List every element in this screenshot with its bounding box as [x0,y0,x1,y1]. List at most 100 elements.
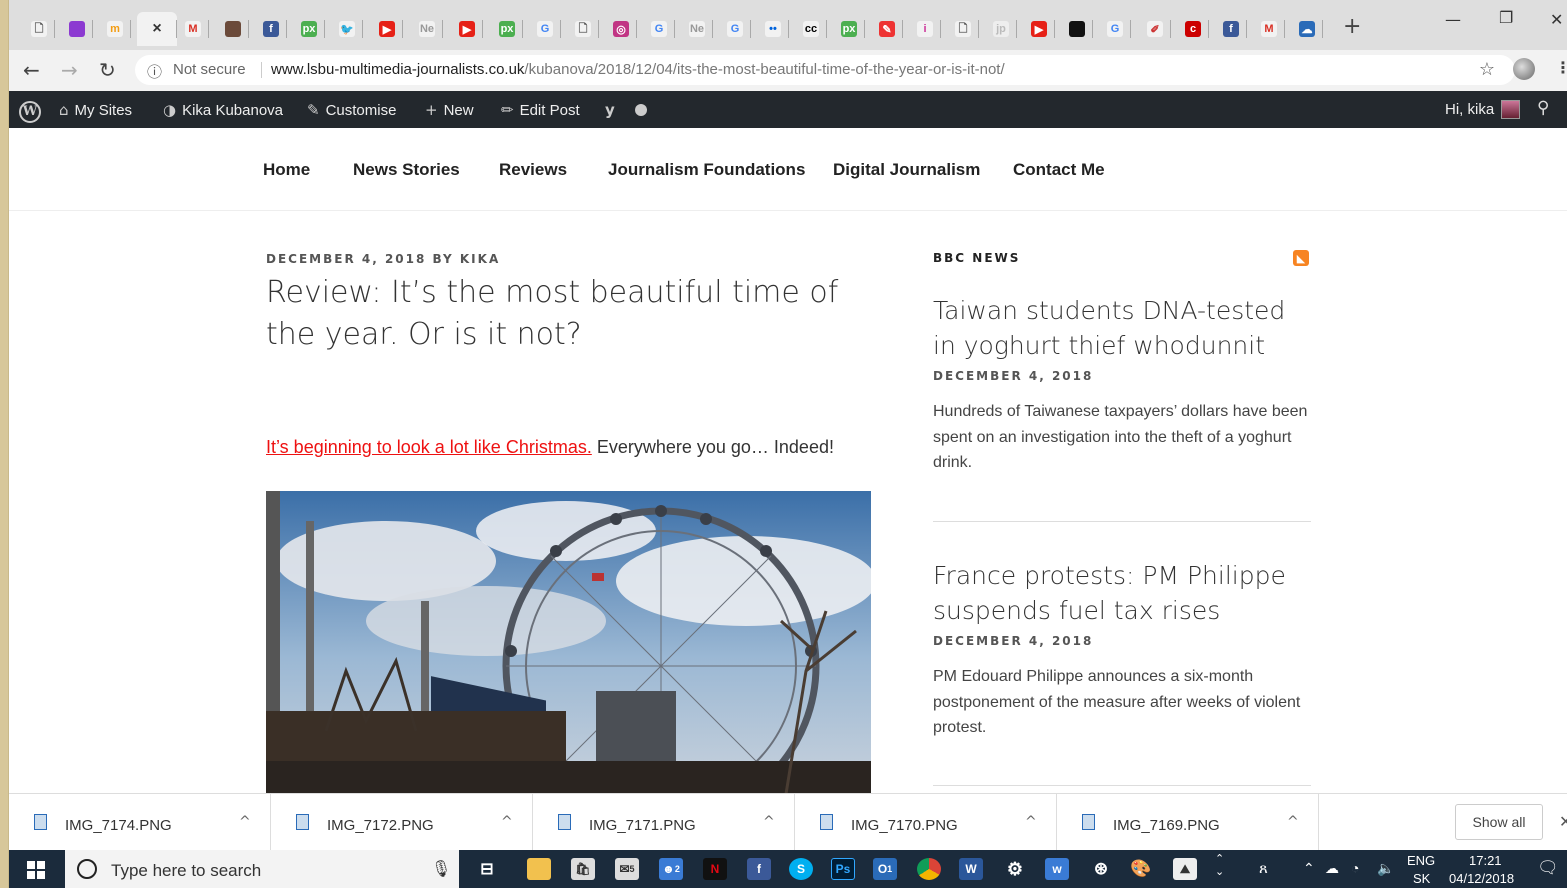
show-all-button[interactable]: Show all [1455,804,1543,840]
mail-icon[interactable]: ✉ 5 [615,858,639,880]
address-bar[interactable]: ⓘ Not secure www.lsbu-multimedia-journal… [135,55,1515,85]
chevron-up-icon[interactable]: ^ [239,814,251,830]
nav-digital-journalism[interactable]: Digital Journalism [833,160,980,180]
restore-button[interactable]: ❐ [1499,8,1513,27]
word-icon[interactable]: W [959,858,983,880]
wifi-icon[interactable]: ◔ [1351,860,1359,876]
account-avatar[interactable] [1501,100,1520,119]
outlook-icon[interactable]: O1 [873,858,897,880]
people-tray-icon[interactable]: ጸ [1259,860,1268,877]
chrome-icon[interactable] [917,858,941,880]
browser-tab[interactable]: G [529,12,561,46]
search-icon[interactable]: ⚲ [1537,98,1549,118]
back-icon[interactable]: ← [23,58,40,82]
close-tab-icon[interactable]: × [149,20,165,37]
nav-contact-me[interactable]: Contact Me [1013,160,1105,180]
browser-tab[interactable]: ✎ [871,12,903,46]
facebook-app-icon[interactable]: f [747,858,771,880]
task-view-icon[interactable]: ⊟ [475,858,499,880]
photoshop-icon[interactable]: Ps [831,858,855,880]
new-content-menu[interactable]: + New [425,101,474,119]
notifications-icon[interactable]: 🗨 [1537,858,1559,878]
browser-tab[interactable]: f [1215,12,1247,46]
browser-tab[interactable]: ✐ [1139,12,1171,46]
browser-tab[interactable]: G [719,12,751,46]
new-tab-button[interactable]: + [1343,14,1361,39]
browser-tab[interactable]: cc [795,12,827,46]
taskbar-search[interactable]: Type here to search 🎙 [65,850,459,888]
customise-link[interactable]: ✎ Customise [307,101,396,119]
browser-tab[interactable]: G [643,12,675,46]
volume-muted-icon[interactable]: 🔈 [1377,860,1394,877]
browser-tab[interactable]: 🗋 [23,12,55,46]
store-icon[interactable]: 🛍 [571,858,595,880]
post-link[interactable]: It’s beginning to look a lot like Christ… [266,437,592,457]
minimize-button[interactable]: — [1445,10,1461,29]
scroll-chevrons-icon[interactable]: ⌃ ⌄ [1215,852,1224,878]
browser-tab[interactable] [217,12,249,46]
chevron-up-icon[interactable]: ^ [1287,814,1299,830]
bookmark-star-icon[interactable]: ☆ [1479,59,1495,80]
windows-start-icon[interactable] [27,861,45,879]
chevron-up-icon[interactable]: ^ [763,814,775,830]
browser-tab[interactable]: ◎ [605,12,637,46]
browser-tab[interactable]: Ne [681,12,713,46]
file-explorer-icon[interactable] [527,858,551,880]
browser-tab[interactable]: ▶ [451,12,483,46]
browser-tab[interactable]: 🐦 [331,12,363,46]
browser-tab[interactable]: × [137,12,177,46]
browser-tab[interactable]: jp [985,12,1017,46]
chevron-up-icon[interactable]: ⌃ [1303,860,1315,877]
browser-tab[interactable]: Ne [411,12,443,46]
nav-reviews[interactable]: Reviews [499,160,567,180]
nav-journalism-foundations[interactable]: Journalism Foundations [608,160,805,180]
url-text[interactable]: www.lsbu-multimedia-journalists.co.uk/ku… [271,61,1005,78]
rss-icon[interactable]: ◣ [1293,250,1309,266]
browser-tab[interactable]: px [833,12,865,46]
menu-icon[interactable]: ⋮ [1555,58,1567,77]
browser-tab[interactable]: px [491,12,523,46]
download-item[interactable]: IMG_7171.PNG ^ [533,794,795,851]
nav-news-stories[interactable]: News Stories [353,160,460,180]
app-w-icon[interactable]: w [1045,858,1069,880]
browser-tab[interactable] [61,12,93,46]
chevron-up-icon[interactable]: ^ [501,814,513,830]
edit-post-link[interactable]: ✏ Edit Post [501,101,580,119]
browser-tab[interactable]: •• [757,12,789,46]
browser-tab[interactable]: ▶ [371,12,403,46]
account-greeting[interactable]: Hi, kika [1445,101,1494,118]
forward-icon[interactable]: → [61,58,78,82]
microphone-icon[interactable]: 🎙 [431,859,451,878]
paint-icon[interactable]: 🎨 [1129,858,1153,880]
story-title[interactable]: Taiwan students DNA-tested in yoghurt th… [933,293,1313,363]
yoast-seo-icon[interactable]: y [605,101,647,119]
browser-tab[interactable]: f [255,12,287,46]
download-item[interactable]: IMG_7174.PNG ^ [9,794,271,851]
browser-tab[interactable]: m [99,12,131,46]
onedrive-icon[interactable]: ☁ [1325,860,1339,877]
browser-tab[interactable]: M [1253,12,1285,46]
profile-avatar[interactable] [1513,58,1535,80]
browser-tab[interactable]: ▶ [1023,12,1055,46]
people-icon[interactable]: ☻ 2 [659,858,683,880]
netflix-icon[interactable]: N [703,858,727,880]
info-icon[interactable]: ⓘ [147,61,162,82]
skype-icon[interactable]: S [789,858,813,880]
browser-tab[interactable]: M [177,12,209,46]
app-circle-icon[interactable]: ⊛ [1089,858,1113,880]
browser-tab[interactable]: G [1099,12,1131,46]
story-title[interactable]: France protests: PM Philippe suspends fu… [933,558,1313,628]
wordpress-logo-icon[interactable]: W [19,101,41,123]
reload-icon[interactable]: ↻ [99,58,116,82]
download-item[interactable]: IMG_7170.PNG ^ [795,794,1057,851]
settings-gear-icon[interactable]: ⚙ [1003,858,1027,880]
site-name-menu[interactable]: ◑ Kika Kubanova [163,101,283,119]
close-window-button[interactable]: ✕ [1550,10,1563,29]
download-item[interactable]: IMG_7169.PNG ^ [1057,794,1319,851]
cortana-icon[interactable] [77,859,97,879]
photos-icon[interactable]: ⛰ [1173,858,1197,880]
download-item[interactable]: IMG_7172.PNG ^ [271,794,533,851]
browser-tab[interactable]: 🗋 [567,12,599,46]
browser-tab[interactable]: i [909,12,941,46]
my-sites-menu[interactable]: ⌂ My Sites [59,101,132,119]
